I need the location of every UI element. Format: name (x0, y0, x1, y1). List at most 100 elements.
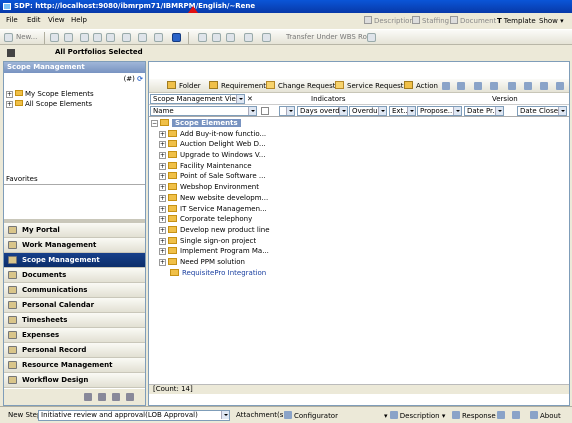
gear-icon-3[interactable] (226, 33, 235, 42)
refresh-icon[interactable] (497, 411, 507, 420)
undo-icon[interactable] (138, 33, 147, 42)
list-item[interactable]: + Develop new product line (159, 225, 270, 236)
list-item[interactable]: RequisitePro Integration (159, 268, 270, 279)
nav-expenses[interactable]: Expenses (4, 328, 145, 343)
days-overdue-header[interactable]: Days overdue (297, 106, 348, 116)
refresh-icon[interactable] (64, 33, 73, 42)
list-item[interactable]: + Auction Delight Web D... (159, 139, 270, 150)
collapse-icon[interactable]: − (151, 120, 158, 127)
nav-documents[interactable]: Documents (4, 268, 145, 283)
change-request-button[interactable]: Change Request (266, 81, 335, 91)
overdue-header[interactable]: Overdue (349, 106, 387, 116)
menu-view[interactable]: View (48, 16, 65, 24)
settings-icon[interactable] (512, 411, 522, 420)
list-item[interactable]: + IT Service Managemen... (159, 204, 270, 215)
tree-root[interactable]: − Scope Elements (151, 118, 270, 129)
expand-all-icon[interactable] (442, 82, 450, 90)
search-icon[interactable] (457, 82, 465, 90)
template-tab[interactable]: T Template (497, 15, 536, 27)
save-icon[interactable] (50, 33, 59, 42)
name-column-header[interactable]: Name (150, 106, 257, 116)
list-item[interactable]: + Corporate telephony (159, 214, 270, 225)
nav-config-icon[interactable] (84, 393, 92, 401)
delete-icon[interactable] (122, 33, 131, 42)
nav-communications[interactable]: Communications (4, 283, 145, 298)
check-icon[interactable] (540, 82, 548, 90)
gear-icon-2[interactable] (212, 33, 221, 42)
expand-icon[interactable]: + (6, 91, 13, 98)
date-pr-header[interactable]: Date Pr... (464, 106, 504, 116)
refresh-icon[interactable] (556, 82, 564, 90)
favorites-list[interactable] (4, 184, 145, 219)
count-toggle[interactable]: (#) (124, 75, 135, 83)
list-item[interactable]: + Upgrade to Windows V... (159, 150, 270, 161)
new-button[interactable]: New... (16, 33, 37, 41)
tools-icon[interactable] (367, 33, 376, 42)
expand-icon[interactable]: + (159, 216, 166, 224)
expand-icon[interactable]: + (159, 141, 166, 149)
nav-icon-4[interactable] (126, 393, 134, 401)
move-down-icon[interactable] (93, 33, 102, 42)
nav-personal-calendar[interactable]: Personal Calendar (4, 298, 145, 313)
expand-icon[interactable]: + (159, 194, 166, 202)
nav-timesheets[interactable]: Timesheets (4, 313, 145, 328)
workflow-step-select[interactable]: Initiative review and approval(LOB Appro… (38, 410, 230, 421)
nav-icon-3[interactable] (112, 393, 120, 401)
gear-icon-1[interactable] (198, 33, 207, 42)
expand-icon[interactable]: + (159, 226, 166, 234)
expand-icon[interactable]: + (159, 205, 166, 213)
description-button[interactable]: ▾ Description ▾ (384, 411, 445, 420)
expand-icon[interactable]: + (6, 101, 13, 108)
outdent-icon[interactable] (490, 82, 498, 90)
folder-button[interactable]: Folder (167, 81, 201, 91)
configurator-button[interactable]: Configurator (284, 411, 338, 420)
search-icon[interactable] (106, 33, 115, 42)
date-closed-header[interactable]: Date Closed (517, 106, 567, 116)
document-tab[interactable]: Document (450, 15, 496, 27)
about-button[interactable]: About (530, 411, 561, 420)
menu-file[interactable]: File (6, 16, 18, 24)
delete-icon[interactable] (524, 82, 532, 90)
refresh-icon[interactable]: ⟳ (137, 75, 143, 83)
action-button[interactable]: Action (404, 81, 438, 91)
expand-icon[interactable]: + (159, 152, 166, 160)
expand-icon[interactable]: + (159, 184, 166, 192)
list-item[interactable]: + New website developm... (159, 193, 270, 204)
ext-header[interactable]: Ext... (389, 106, 416, 116)
show-menu[interactable]: Show ▾ (539, 15, 564, 27)
expand-icon[interactable]: + (159, 130, 166, 138)
tree-item-all-scope[interactable]: + All Scope Elements (6, 99, 94, 109)
tree-item-my-scope[interactable]: + My Scope Elements (6, 89, 94, 99)
expand-icon[interactable]: + (159, 248, 166, 256)
help-icon[interactable] (172, 33, 181, 42)
propose-header[interactable]: Propose... (417, 106, 462, 116)
response-button[interactable]: Response (452, 411, 496, 420)
expand-icon[interactable]: + (159, 173, 166, 181)
description-tab[interactable]: Description (364, 15, 414, 27)
staffing-tab[interactable]: Staffing (412, 15, 449, 27)
list-item[interactable]: + Webshop Environment (159, 182, 270, 193)
indicator-filter[interactable] (279, 106, 295, 116)
nav-resource-management[interactable]: Resource Management (4, 358, 145, 373)
nav-scope-management[interactable]: Scope Management (4, 253, 145, 268)
options-icon[interactable] (262, 33, 271, 42)
list-item[interactable]: + Need PPM solution (159, 257, 270, 268)
nav-my-portal[interactable]: My Portal (4, 223, 145, 238)
indent-icon[interactable] (474, 82, 482, 90)
requirement-button[interactable]: Requirement (209, 81, 266, 91)
portfolio-icon[interactable] (7, 49, 15, 57)
checkbox-column-icon[interactable] (261, 107, 269, 115)
attachments-button[interactable]: Attachment(s) (236, 411, 286, 419)
service-request-button[interactable]: Service Request (335, 81, 404, 91)
nav-workflow-design[interactable]: Workflow Design (4, 373, 145, 388)
print-icon[interactable] (154, 33, 163, 42)
list-item[interactable]: + Point of Sale Software ... (159, 171, 270, 182)
expand-icon[interactable]: + (159, 162, 166, 170)
menu-edit[interactable]: Edit (27, 16, 41, 24)
expand-icon[interactable]: + (159, 237, 166, 245)
view-select[interactable]: Scope Management View (150, 94, 245, 104)
close-icon[interactable]: ✕ (247, 94, 253, 104)
list-item[interactable]: + Facility Maintenance (159, 161, 270, 172)
list-item[interactable]: + Single sign-on project (159, 236, 270, 247)
copy-icon[interactable] (508, 82, 516, 90)
